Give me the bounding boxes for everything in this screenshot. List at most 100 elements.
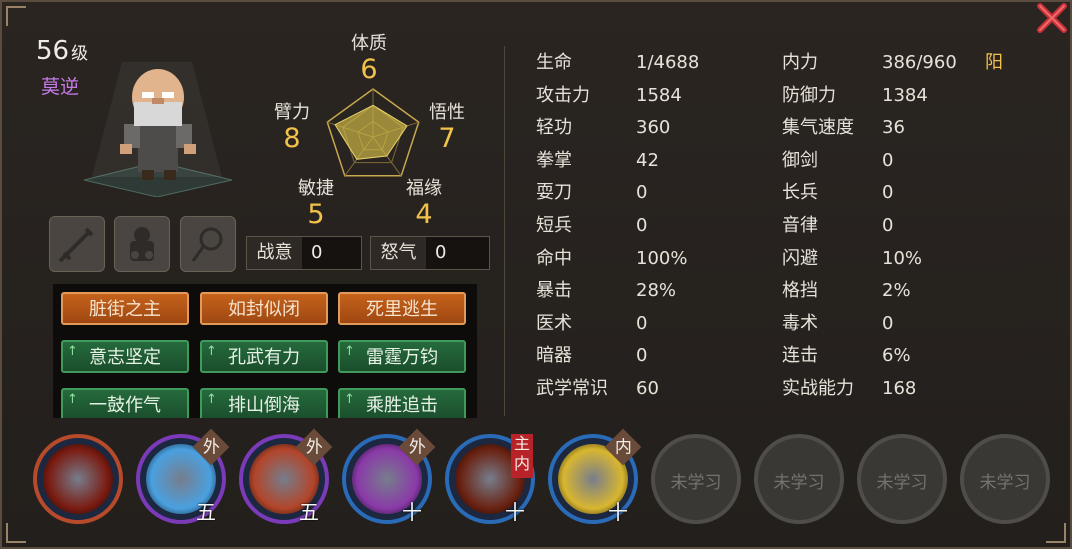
panel-divider [504, 46, 505, 416]
stat-value: 100% [636, 247, 688, 269]
attribute-label: 体质 [351, 33, 387, 54]
attribute-label: 敏捷 [298, 178, 334, 199]
attribute-label: 悟性 [429, 102, 465, 123]
stat-value: 36 [882, 117, 905, 139]
stat-value: 0 [636, 312, 648, 334]
stat-label: 耍刀 [536, 182, 572, 204]
stat-value: 2% [882, 280, 911, 302]
upgrade-arrow-icon: ↑ [344, 392, 355, 407]
locked-skill-label: 未学习 [773, 473, 825, 493]
locked-skill-slot[interactable]: 未学习 [754, 434, 844, 524]
attribute-agility: 敏捷 5 [286, 178, 346, 230]
armor-icon [130, 227, 154, 261]
stat-label: 攻击力 [536, 84, 590, 106]
stat-value: 168 [882, 378, 917, 399]
stat-value: 1384 [882, 84, 928, 106]
trait-badge[interactable]: 如封似闭 [200, 292, 328, 325]
skill-type-text: 外 [305, 437, 323, 457]
locked-skill-label: 未学习 [876, 473, 928, 493]
radar-value-area [334, 104, 408, 160]
upgrade-arrow-icon: ↑ [344, 344, 355, 359]
character-portrait [72, 52, 242, 198]
pendant-icon [191, 227, 223, 262]
stat-label: 实战能力 [782, 378, 854, 399]
skill-slot[interactable]: 内十 [548, 428, 642, 524]
trait-label: 脏街之主 [89, 299, 161, 320]
sword-icon [58, 227, 94, 263]
stat-label: 闪避 [782, 247, 818, 269]
stat-value: 6% [882, 345, 911, 367]
stat-label: 防御力 [782, 84, 836, 106]
skill-tier: 十 [608, 500, 628, 524]
stat-label: 短兵 [536, 215, 572, 236]
meter-label: 怒气 [371, 237, 426, 269]
meter-value: 0 [435, 242, 447, 263]
attribute-value: 7 [438, 123, 456, 154]
neili-type-label: 阳 [985, 52, 1003, 73]
trait-label: 死里逃生 [366, 299, 438, 320]
frame-corner [6, 6, 26, 26]
attribute-comprehension: 悟性 7 [417, 102, 477, 154]
stat-value: 360 [636, 117, 671, 139]
stat-value: 386/960 [882, 52, 957, 73]
skill-slot[interactable]: 外五 [239, 428, 333, 524]
trait-label: 意志坚定 [89, 347, 161, 368]
meter-label: 战意 [247, 237, 302, 269]
stat-label: 暗器 [536, 345, 572, 367]
trait-list: 脏街之主 如封似闭 死里逃生 ↑ 意志坚定 ↑ 孔武有力 ↑ 雷霆万钧 ↑ 一鼓作气 ↑… [53, 284, 477, 418]
equip-slot-accessory[interactable] [180, 216, 236, 272]
upgrade-arrow-icon: ↑ [206, 392, 217, 407]
stat-label: 轻功 [536, 117, 572, 139]
stat-value: 0 [636, 215, 648, 236]
upgrade-arrow-icon: ↑ [67, 392, 78, 407]
stat-label: 暴击 [536, 280, 572, 302]
frame-corner [6, 523, 26, 543]
trait-badge[interactable]: ↑ 孔武有力 [200, 340, 328, 373]
stat-value: 0 [882, 312, 894, 334]
skill-slot[interactable]: 主内十 [445, 434, 535, 524]
stat-value: 28% [636, 280, 677, 302]
equip-slot-armor[interactable] [114, 216, 170, 272]
stat-value: 0 [882, 149, 894, 171]
trait-badge[interactable]: ↑ 乘胜追击 [338, 388, 466, 418]
stat-label: 武学常识 [536, 378, 608, 399]
locked-skill-label: 未学习 [979, 473, 1031, 493]
trait-badge[interactable]: ↑ 雷霆万钧 [338, 340, 466, 373]
trait-badge[interactable]: 死里逃生 [338, 292, 466, 325]
stat-value: 1/4688 [636, 52, 700, 73]
stat-label: 长兵 [782, 182, 818, 204]
skill-type-text: 内 [614, 437, 632, 457]
locked-skill-slot[interactable]: 未学习 [651, 434, 741, 524]
upgrade-arrow-icon: ↑ [206, 344, 217, 359]
trait-badge[interactable]: ↑ 排山倒海 [200, 388, 328, 418]
equip-slot-weapon[interactable] [49, 216, 105, 272]
stat-label: 命中 [536, 247, 572, 269]
trait-badge[interactable]: 脏街之主 [61, 292, 189, 325]
attribute-fortune: 福缘 4 [394, 178, 454, 230]
stat-label: 毒术 [782, 312, 818, 334]
stat-value: 0 [882, 215, 894, 236]
stat-value: 60 [636, 378, 659, 399]
battle-will-meter: 战意 0 [246, 236, 362, 270]
stat-label: 集气速度 [782, 117, 854, 139]
trait-badge[interactable]: ↑ 一鼓作气 [61, 388, 189, 418]
skill-slot[interactable]: 外五 [136, 428, 230, 524]
stat-value: 0 [636, 345, 648, 367]
attribute-label: 福缘 [406, 178, 442, 199]
trait-label: 一鼓作气 [89, 395, 161, 416]
skill-slot[interactable] [33, 434, 123, 524]
locked-skill-slot[interactable]: 未学习 [857, 434, 947, 524]
skill-tier: 十 [402, 500, 422, 524]
stat-value: 0 [882, 182, 894, 204]
attribute-value: 6 [360, 54, 378, 85]
character-panel: 56 级 莫逆 体质 6 悟性 7 福缘 4 敏捷 5 臂力 8 战意 0 怒气… [0, 0, 1072, 549]
skill-slot[interactable]: 外十 [342, 428, 436, 524]
trait-badge[interactable]: ↑ 意志坚定 [61, 340, 189, 373]
trait-label: 排山倒海 [228, 395, 300, 416]
upgrade-arrow-icon: ↑ [67, 344, 78, 359]
locked-skill-slot[interactable]: 未学习 [960, 434, 1050, 524]
attribute-value: 5 [307, 199, 325, 230]
stat-value: 1584 [636, 84, 682, 106]
locked-skill-label: 未学习 [670, 473, 722, 493]
close-button[interactable] [1034, 2, 1070, 38]
